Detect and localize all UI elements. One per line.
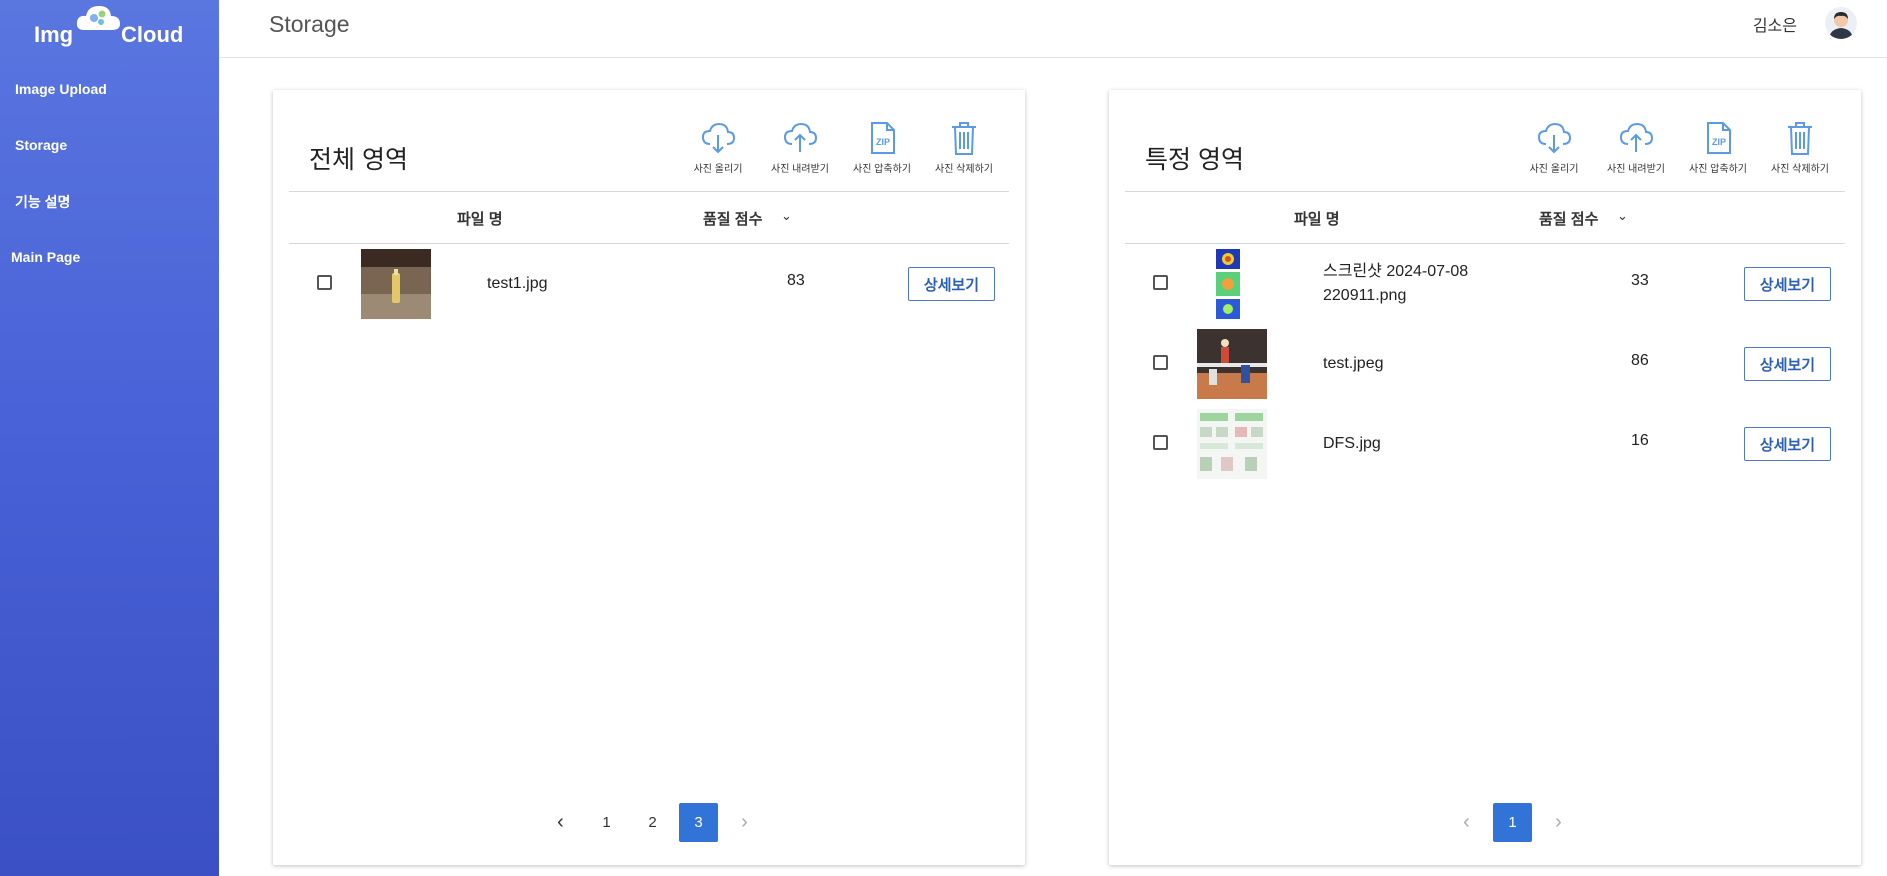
avatar[interactable]	[1825, 7, 1857, 39]
divider	[1125, 191, 1845, 192]
quality-score: 16	[1631, 432, 1649, 449]
file-name-line: 스크린샷 2024-07-08	[1323, 263, 1469, 280]
upload-photos-button[interactable]: 사진 올리기	[677, 120, 759, 176]
chevron-left-icon[interactable]: ‹	[1447, 803, 1486, 842]
page-button[interactable]: 1	[587, 803, 626, 842]
sidebar: Img Cloud Image Upload Storage 기능 설명 Mai…	[0, 0, 219, 876]
trash-icon	[1788, 122, 1812, 155]
quality-score: 33	[1631, 272, 1649, 289]
download-photos-label: 사진 내려받기	[771, 164, 829, 175]
detail-button[interactable]: 상세보기	[1744, 347, 1831, 381]
column-header-quality-score[interactable]: 품질 점수	[1539, 208, 1598, 229]
heatmap-screenshot-icon	[1216, 249, 1240, 319]
logo-text-cloud: Cloud	[121, 22, 184, 47]
detail-button[interactable]: 상세보기	[1744, 427, 1831, 461]
detail-button[interactable]: 상세보기	[1744, 267, 1831, 301]
diagram-screenshot-icon	[1197, 409, 1267, 479]
zip-file-icon: ZIP	[871, 122, 895, 154]
image-thumbnail[interactable]	[361, 249, 431, 319]
zip-photos-label: 사진 압축하기	[853, 164, 911, 175]
file-name: test1.jpg	[487, 275, 548, 292]
upload-photos-label: 사진 올리기	[693, 164, 743, 175]
panel-title: 전체 영역	[309, 146, 408, 174]
zip-photos-button[interactable]: ZIP 사진 압축하기	[841, 120, 923, 176]
file-name: DFS.jpg	[1323, 435, 1381, 452]
sidebar-item-storage[interactable]: Storage	[15, 137, 67, 153]
delete-photos-label: 사진 삭제하기	[1771, 164, 1829, 175]
row-checkbox[interactable]	[1153, 275, 1168, 290]
upload-photos-button[interactable]: 사진 올리기	[1513, 120, 1595, 176]
zip-file-icon: ZIP	[1707, 122, 1731, 154]
zip-icon-text: ZIP	[1712, 137, 1726, 147]
delete-photos-button[interactable]: 사진 삭제하기	[923, 120, 1005, 176]
zip-photos-label: 사진 압축하기	[1689, 164, 1747, 175]
zip-icon-text: ZIP	[876, 137, 890, 147]
column-header-file-name: 파일 명	[457, 211, 503, 228]
table-row: DFS.jpg 16 상세보기	[1125, 404, 1845, 484]
file-name: 스크린샷 2024-07-08 220911.png	[1323, 260, 1468, 308]
app-logo[interactable]: Img Cloud	[34, 0, 184, 50]
delete-photos-label: 사진 삭제하기	[935, 164, 993, 175]
cloud-download-icon	[701, 122, 736, 154]
pagination: ‹ 1 ›	[1447, 803, 1577, 843]
logo-text-img: Img	[34, 22, 74, 47]
zip-photos-button[interactable]: ZIP 사진 압축하기	[1677, 120, 1759, 176]
divider	[289, 191, 1009, 192]
image-thumbnail[interactable]	[1197, 409, 1267, 479]
photo-bottle-icon	[361, 249, 431, 319]
chevron-down-icon[interactable]: ⌄	[1617, 208, 1628, 224]
table-row: test1.jpg 83 상세보기	[289, 244, 1009, 324]
sidebar-item-feature-description[interactable]: 기능 설명	[15, 192, 70, 212]
chevron-left-icon[interactable]: ‹	[541, 803, 580, 842]
upload-photos-label: 사진 올리기	[1529, 164, 1579, 175]
page-button-active[interactable]: 1	[1493, 803, 1532, 842]
table-row: test.jpeg 86 상세보기	[1125, 324, 1845, 404]
quality-score: 86	[1631, 352, 1649, 369]
sidebar-item-main-page[interactable]: Main Page	[11, 249, 80, 265]
panel-title: 특정 영역	[1145, 146, 1244, 174]
chevron-down-icon[interactable]: ⌄	[781, 208, 792, 224]
cloud-download-icon	[1537, 122, 1572, 154]
panel-toolbar: 사진 올리기 사진 내려받기 ZIP 사진 압축하기 사진 삭제하기	[1513, 120, 1841, 176]
chevron-right-icon[interactable]: ›	[725, 803, 764, 842]
image-thumbnail[interactable]	[1197, 329, 1267, 399]
file-name-line: 220911.png	[1323, 287, 1407, 304]
column-header-file-name: 파일 명	[1294, 211, 1340, 228]
trash-icon	[952, 122, 976, 155]
row-checkbox[interactable]	[1153, 355, 1168, 370]
user-name: 김소은	[1752, 18, 1797, 35]
cloud-upload-icon	[1619, 122, 1654, 152]
row-checkbox[interactable]	[317, 275, 332, 290]
cloud-logo-icon	[76, 6, 120, 30]
sidebar-item-image-upload[interactable]: Image Upload	[15, 81, 107, 97]
image-thumbnail[interactable]	[1214, 249, 1242, 319]
row-checkbox[interactable]	[1153, 435, 1168, 450]
user-avatar-icon	[1825, 7, 1857, 39]
panel-specific-area: 특정 영역 사진 올리기 사진 내려받기 ZIP 사진 압축하기 사진 삭제하기…	[1109, 90, 1861, 865]
chevron-right-icon[interactable]: ›	[1539, 803, 1578, 842]
page-button[interactable]: 2	[633, 803, 672, 842]
page-title: Storage	[269, 11, 350, 37]
page-button-active[interactable]: 3	[679, 803, 718, 842]
download-photos-button[interactable]: 사진 내려받기	[759, 120, 841, 176]
photo-volleyball-icon	[1197, 329, 1267, 399]
file-name: test.jpeg	[1323, 355, 1384, 372]
delete-photos-button[interactable]: 사진 삭제하기	[1759, 120, 1841, 176]
quality-score: 83	[787, 272, 805, 289]
table-row: 스크린샷 2024-07-08 220911.png 33 상세보기	[1125, 244, 1845, 324]
pagination: ‹ 1 2 3 ›	[541, 803, 761, 843]
panel-toolbar: 사진 올리기 사진 내려받기 ZIP 사진 압축하기 사진 삭제하기	[677, 120, 1005, 176]
panel-all-area: 전체 영역 사진 올리기 사진 내려받기 ZIP 사진 압축하기 사진 삭제하기…	[273, 90, 1025, 865]
top-bar: Storage 김소은	[219, 0, 1887, 58]
column-header-quality-score[interactable]: 품질 점수	[703, 208, 762, 229]
detail-button[interactable]: 상세보기	[908, 267, 995, 301]
cloud-upload-icon	[783, 122, 818, 152]
download-photos-button[interactable]: 사진 내려받기	[1595, 120, 1677, 176]
download-photos-label: 사진 내려받기	[1607, 164, 1665, 175]
